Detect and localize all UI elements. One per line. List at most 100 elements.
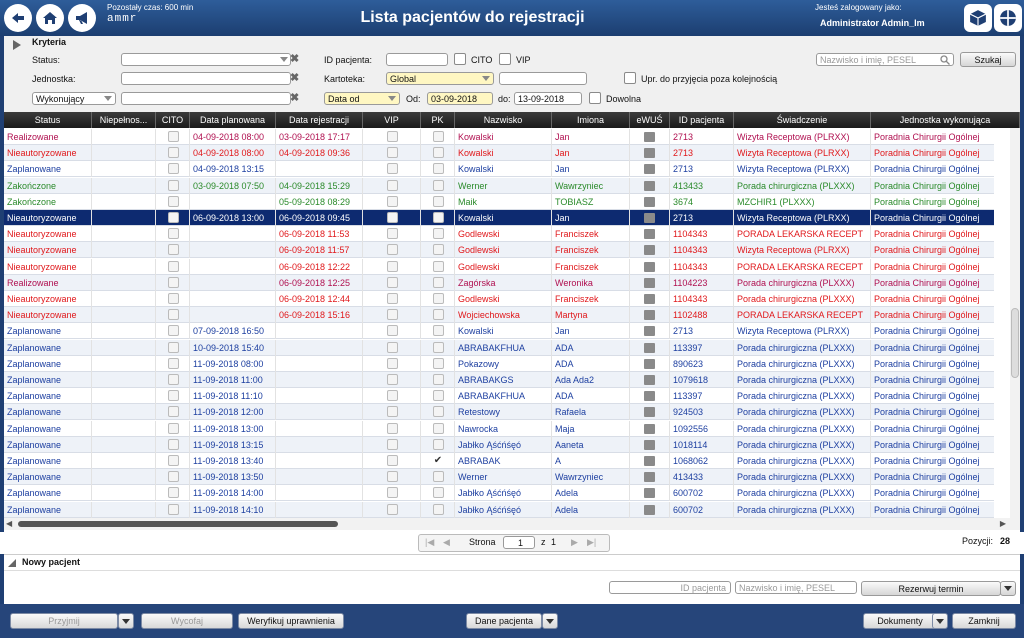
column-header[interactable]: VIP — [363, 112, 421, 128]
column-header[interactable]: ID pacjenta — [670, 112, 734, 128]
from-date-input[interactable]: 03-09-2018 — [427, 92, 493, 105]
table-row[interactable]: Zakończone 05-09-2018 08:29 Maik TOBIASZ 367… — [4, 193, 1020, 210]
cito-checkbox[interactable] — [167, 471, 179, 483]
pk-checkbox[interactable] — [432, 276, 444, 288]
pk-checkbox[interactable] — [432, 357, 444, 369]
column-header[interactable]: Data planowana — [190, 112, 276, 128]
pk-checkbox[interactable] — [432, 471, 444, 483]
column-header[interactable]: Niepełnos... — [92, 112, 156, 128]
documents-dropdown-button[interactable] — [932, 613, 948, 629]
new-patient-id-input[interactable]: ID pacjenta — [609, 581, 731, 594]
pk-checkbox[interactable] — [432, 195, 444, 207]
prev-page-icon[interactable]: ◀ — [443, 537, 450, 548]
cito-checkbox[interactable] — [167, 341, 179, 353]
ewus-status-icon[interactable] — [644, 164, 655, 175]
vip-checkbox[interactable] — [386, 212, 398, 223]
ewus-status-icon[interactable] — [644, 391, 655, 402]
cito-checkbox[interactable] — [167, 228, 179, 240]
column-header[interactable]: Nazwisko — [455, 112, 552, 128]
table-row[interactable]: Nieautoryzowane 06-09-2018 13:00 06-09-201… — [4, 210, 1020, 226]
pk-checkbox[interactable] — [432, 260, 444, 272]
pk-checkbox[interactable] — [432, 438, 444, 450]
table-row[interactable]: Zaplanowane 11-09-2018 11:00 ABRABAKGS Ada … — [4, 372, 1020, 388]
table-row[interactable]: Zaplanowane 11-09-2018 12:00 Retestowy Rafa… — [4, 404, 1020, 421]
cito-checkbox[interactable] — [167, 260, 179, 272]
pk-checkbox[interactable] — [432, 422, 444, 434]
cito-checkbox[interactable] — [167, 276, 179, 288]
pk-checkbox[interactable] — [432, 374, 444, 385]
table-row[interactable]: Nieautoryzowane 06-09-2018 11:53 Godlewski… — [4, 226, 1020, 243]
patient-data-button[interactable]: Dane pacjenta — [466, 613, 542, 629]
ewus-status-icon[interactable] — [644, 132, 655, 142]
vip-checkbox[interactable] — [386, 163, 398, 175]
new-patient-name-input[interactable]: Nazwisko i imię, PESEL — [735, 581, 857, 594]
modules-button[interactable] — [964, 4, 992, 32]
column-header[interactable]: Jednostka wykonująca — [871, 112, 1020, 128]
vip-checkbox[interactable] — [386, 471, 398, 483]
table-row[interactable]: Realizowane 04-09-2018 08:00 03-09-2018 17… — [4, 129, 1020, 145]
cito-checkbox[interactable] — [167, 357, 179, 369]
ewus-status-icon[interactable] — [644, 456, 655, 466]
table-row[interactable]: Zaplanowane 11-09-2018 13:50 Werner Wawrzyn… — [4, 469, 1020, 486]
pk-checkbox[interactable] — [432, 163, 444, 175]
pk-checkbox[interactable] — [432, 228, 444, 240]
pk-checkbox[interactable] — [432, 212, 444, 223]
scroll-right-icon[interactable]: ▶ — [1000, 519, 1006, 528]
apps-button[interactable] — [994, 4, 1022, 32]
pk-checkbox[interactable] — [432, 131, 444, 142]
vip-checkbox[interactable] — [386, 357, 398, 369]
verify-button[interactable]: Weryfikuj uprawnienia — [238, 613, 344, 629]
ewus-status-icon[interactable] — [644, 407, 655, 418]
table-row[interactable]: Zaplanowane 11-09-2018 14:00 Jabłko Ąśćńśę… — [4, 485, 1020, 502]
vip-checkbox[interactable] — [386, 374, 398, 385]
clear-status-icon[interactable]: ✖ — [290, 53, 299, 65]
table-row[interactable]: Zaplanowane 11-09-2018 13:00 Nawrocka Maja 1… — [4, 420, 1020, 437]
table-row[interactable]: Zaplanowane 11-09-2018 11:10 ABRABAKFHUA AD… — [4, 388, 1020, 405]
ewus-status-icon[interactable] — [644, 375, 655, 385]
table-row[interactable]: Nieautoryzowane 04-09-2018 08:00 04-09-201… — [4, 145, 1020, 162]
ewus-status-icon[interactable] — [644, 488, 655, 499]
ewus-status-icon[interactable] — [644, 277, 655, 288]
kartoteka-extra-field[interactable] — [499, 72, 587, 85]
ewus-status-icon[interactable] — [644, 213, 655, 223]
column-header[interactable]: PK — [421, 112, 455, 128]
cito-checkbox[interactable] — [167, 438, 179, 450]
ewus-status-icon[interactable] — [644, 229, 655, 240]
table-row[interactable]: Zaplanowane 04-09-2018 13:15 Kowalski Jan 27… — [4, 161, 1020, 178]
ewus-status-icon[interactable] — [644, 310, 655, 321]
vip-checkbox[interactable] — [386, 309, 398, 321]
table-row[interactable]: Zakończone 03-09-2018 07:50 04-09-2018 15:… — [4, 177, 1020, 194]
table-row[interactable]: Zaplanowane 11-09-2018 13:15 Jabłko Ąśćńśę… — [4, 436, 1020, 453]
vip-checkbox[interactable] — [386, 244, 398, 256]
ewus-status-icon[interactable] — [644, 294, 655, 304]
page-input[interactable]: 1 — [503, 536, 535, 549]
vip-checkbox[interactable] — [386, 422, 398, 434]
vip-checkbox[interactable] — [499, 53, 511, 65]
cito-checkbox[interactable] — [167, 325, 179, 337]
cito-checkbox[interactable] — [167, 131, 179, 142]
column-header[interactable]: Świadczenie — [734, 112, 871, 128]
withdraw-button[interactable]: Wycofaj — [141, 613, 233, 629]
to-date-input[interactable]: 13-09-2018 — [514, 92, 582, 105]
accept-button[interactable]: Przyjmij — [10, 613, 118, 629]
table-row[interactable]: Nieautoryzowane 06-09-2018 12:44 Godlewski… — [4, 291, 1020, 307]
vip-checkbox[interactable] — [386, 341, 398, 353]
ewus-status-icon[interactable] — [644, 326, 655, 337]
pk-checkbox[interactable] — [432, 406, 444, 418]
search-button[interactable]: Szukaj — [960, 52, 1016, 67]
vip-checkbox[interactable] — [386, 179, 398, 191]
patient-data-dropdown-button[interactable] — [542, 613, 558, 629]
ewus-status-icon[interactable] — [644, 245, 655, 256]
expand-triangle-icon[interactable] — [12, 40, 22, 50]
first-page-icon[interactable]: |◀ — [425, 537, 434, 548]
unit-field[interactable] — [121, 72, 291, 85]
pk-checkbox[interactable] — [432, 147, 444, 159]
table-row[interactable]: Realizowane 06-09-2018 12:25 Zagórska Weron… — [4, 274, 1020, 291]
pk-checkbox[interactable] — [432, 487, 444, 499]
urgent-checkbox[interactable] — [624, 72, 636, 84]
table-row[interactable]: Nieautoryzowane 06-09-2018 15:16 Wojciecho… — [4, 307, 1020, 324]
ewus-status-icon[interactable] — [644, 148, 655, 159]
reserve-button[interactable]: Rezerwuj termin — [861, 581, 1001, 596]
pk-checkbox[interactable]: ✔ — [433, 455, 444, 466]
collapse-triangle-icon[interactable] — [8, 559, 16, 567]
